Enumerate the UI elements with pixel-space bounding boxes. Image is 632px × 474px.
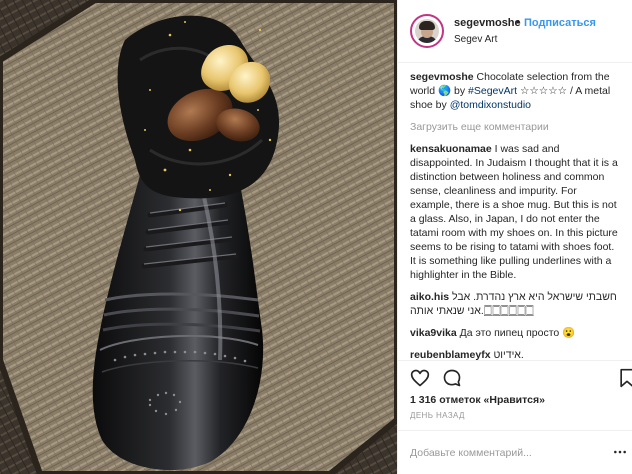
post-photo[interactable] [0, 0, 397, 474]
shoe-photo-illustration [0, 0, 397, 474]
add-comment-input[interactable] [410, 443, 600, 463]
location-link[interactable]: Segev Art [454, 34, 497, 45]
list-item: vika9vika Да это пипец просто 😮 [410, 326, 621, 340]
post-header: segevmoshe • Подписаться Segev Art [398, 0, 632, 63]
comments-list: segevmoshe Chocolate selection from the … [398, 70, 632, 370]
comment-username[interactable]: vika9vika [410, 327, 457, 339]
load-more-comments-button[interactable]: Загрузить еще комментарии [410, 120, 621, 134]
list-item: kensakuonamae I was sad and disappointed… [410, 142, 621, 282]
post-timestamp: ДЕНЬ НАЗАД [410, 411, 465, 420]
comment-icon[interactable] [442, 368, 462, 388]
avatar[interactable] [410, 14, 444, 48]
comment-text: I was sad and disappointed. In Judaism I… [410, 143, 618, 281]
instagram-post: segevmoshe • Подписаться Segev Art segev… [0, 0, 632, 474]
caption-by: by [451, 85, 469, 97]
mention-link[interactable]: @tomdixonstudio [450, 99, 531, 111]
action-bar [398, 360, 632, 391]
bookmark-icon[interactable] [617, 368, 632, 388]
follow-button[interactable]: Подписаться [524, 17, 596, 29]
header-separator: • [516, 16, 520, 28]
likes-count: 1 316 отметок «Нравится» [410, 394, 545, 406]
comment-username[interactable]: kensakuonamae [410, 143, 492, 155]
more-options-icon[interactable] [613, 445, 627, 459]
hashtag-link[interactable]: #SegevArt [468, 85, 517, 97]
post-side-panel: segevmoshe • Подписаться Segev Art segev… [397, 0, 632, 474]
header-username[interactable]: segevmoshe [454, 17, 521, 29]
comment-username[interactable]: aiko.his [410, 291, 449, 303]
heart-icon[interactable] [410, 368, 430, 388]
caption-username[interactable]: segevmoshe [410, 71, 474, 83]
caption: segevmoshe Chocolate selection from the … [410, 70, 621, 112]
avatar-image [415, 19, 439, 43]
likes-count-link[interactable]: 1 316 отметок «Нравится» [410, 394, 545, 406]
add-comment-bar [398, 430, 632, 474]
globe-emoji-icon: 🌎 [438, 85, 452, 97]
comment-text: Да это пипец просто 😮 [456, 327, 576, 339]
list-item: aiko.his חשבתי שישראל היא ארץ נהדרת. אבל… [410, 290, 621, 318]
